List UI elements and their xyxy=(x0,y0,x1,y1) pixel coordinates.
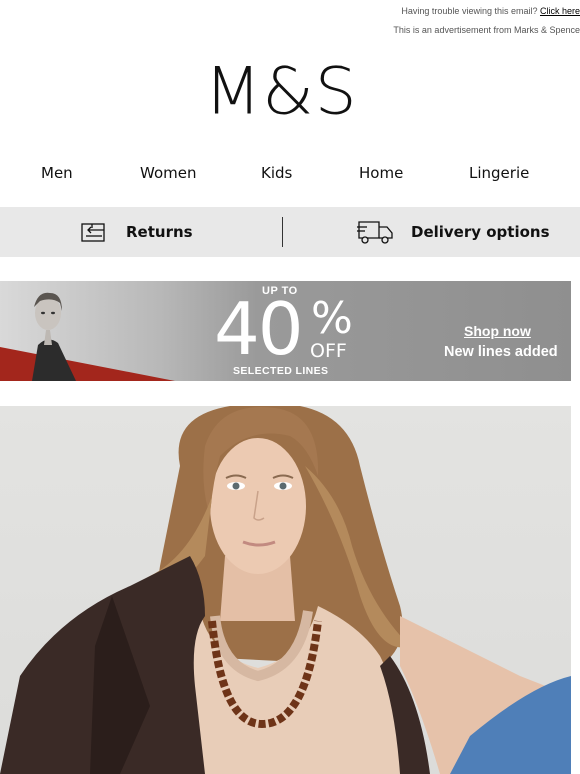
nav-item-women[interactable]: Women xyxy=(140,164,196,182)
promo-banner[interactable]: UP TO 40 % OFF SELECTED LINES Shop now N… xyxy=(0,281,571,381)
shop-now-link[interactable]: Shop now xyxy=(464,323,531,339)
promo-percent-sign: % xyxy=(311,293,353,344)
click-here-link[interactable]: Click here xyxy=(540,6,580,16)
promo-percent-number: 40 xyxy=(214,287,304,371)
delivery-truck-icon xyxy=(357,221,393,244)
returns-label: Returns xyxy=(126,223,193,241)
ms-logo-text: M&S xyxy=(204,53,358,130)
preheader-trouble-text: Having trouble viewing this email? xyxy=(401,6,540,16)
model-hero-image[interactable] xyxy=(0,406,571,774)
service-bar: Returns Delivery options xyxy=(0,207,580,257)
nav-item-kids[interactable]: Kids xyxy=(261,164,292,182)
promo-selected-lines: SELECTED LINES xyxy=(233,365,329,377)
preheader-advert-text: This is an advertisement from Marks & Sp… xyxy=(393,25,580,35)
nav-item-men[interactable]: Men xyxy=(41,164,73,182)
delivery-label: Delivery options xyxy=(411,223,550,241)
hero-illustration xyxy=(0,406,571,774)
delivery-options-link[interactable]: Delivery options xyxy=(357,207,550,257)
nav-item-lingerie[interactable]: Lingerie xyxy=(469,164,529,182)
new-lines-text: New lines added xyxy=(444,344,558,360)
category-nav: Men Women Kids Home Lingerie xyxy=(0,164,570,186)
preheader-trouble: Having trouble viewing this email? Click… xyxy=(401,6,580,16)
returns-link[interactable]: Returns xyxy=(80,207,193,257)
service-divider xyxy=(282,217,283,247)
nav-item-home[interactable]: Home xyxy=(359,164,403,182)
promo-model-image xyxy=(32,292,76,381)
returns-box-icon xyxy=(81,223,105,242)
ms-logo[interactable]: M&S xyxy=(0,53,562,130)
promo-off: OFF xyxy=(310,340,347,362)
